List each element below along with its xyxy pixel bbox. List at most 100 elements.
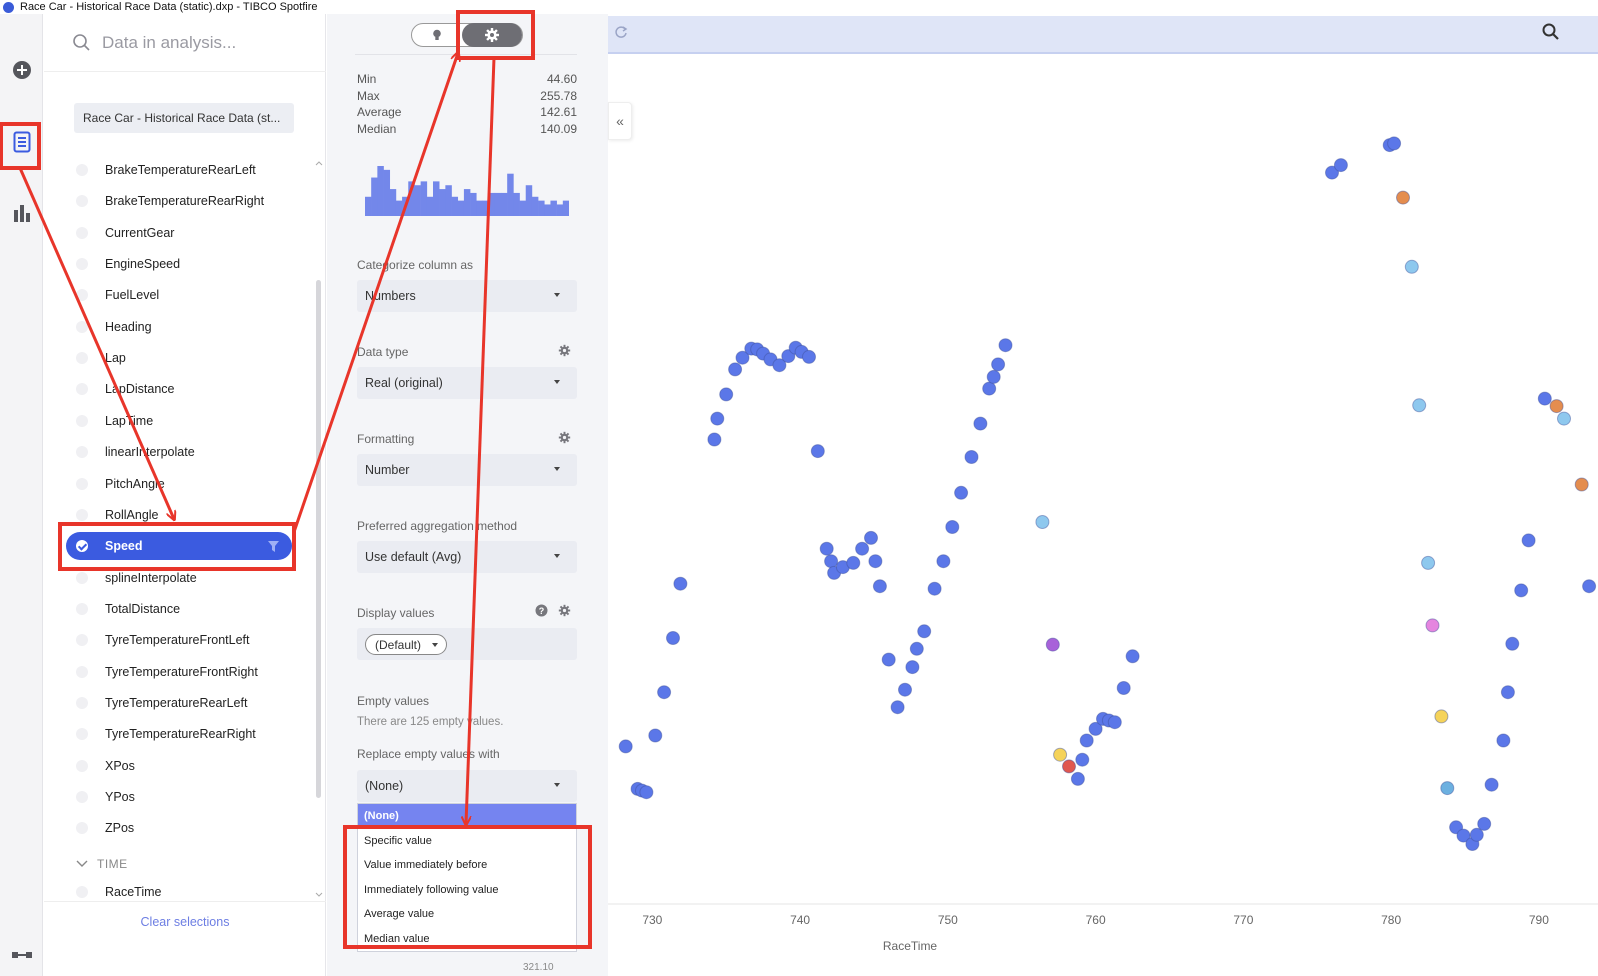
scatter-point[interactable] — [954, 485, 969, 500]
scatter-point[interactable] — [1425, 618, 1440, 633]
time-group-header[interactable]: TIME — [76, 857, 128, 871]
scatter-point[interactable] — [986, 369, 1001, 384]
scatter-point[interactable] — [1549, 399, 1564, 414]
column-item[interactable]: LapDistance — [66, 375, 292, 403]
column-radio[interactable] — [76, 352, 88, 365]
column-radio[interactable] — [76, 258, 88, 271]
scatter-point[interactable] — [868, 554, 883, 569]
scatter-point[interactable] — [1387, 136, 1402, 151]
data-type-gear-icon[interactable] — [558, 344, 571, 357]
scroll-down-icon[interactable] — [315, 892, 323, 898]
bookmark-button[interactable] — [0, 940, 43, 970]
scroll-up-icon[interactable] — [315, 160, 323, 166]
column-radio[interactable] — [76, 414, 88, 427]
scatter-point[interactable] — [802, 349, 816, 364]
clear-selections-link[interactable]: Clear selections — [44, 901, 326, 941]
scatter-point[interactable] — [819, 541, 834, 556]
column-item[interactable]: TotalDistance — [66, 595, 292, 623]
column-radio[interactable] — [76, 665, 88, 678]
column-item[interactable]: XPos — [66, 752, 292, 780]
column-radio[interactable] — [76, 634, 88, 647]
column-list-scrollbar[interactable] — [316, 280, 321, 798]
data-source-selector[interactable]: Race Car - Historical Race Data (st... — [74, 103, 294, 133]
column-radio[interactable] — [76, 728, 88, 741]
scatter-point[interactable] — [909, 641, 924, 656]
scatter-point[interactable] — [890, 700, 905, 715]
scatter-point[interactable] — [1496, 733, 1511, 748]
scatter-point[interactable] — [973, 416, 988, 431]
scatter-point[interactable] — [1574, 477, 1589, 492]
scatter-point[interactable] — [1062, 759, 1076, 774]
column-radio[interactable] — [76, 602, 88, 615]
column-radio[interactable] — [76, 886, 88, 898]
formatting-dropdown[interactable]: Number — [357, 454, 577, 486]
scatter-point[interactable] — [1045, 637, 1060, 652]
replace-option[interactable]: Specific value — [358, 829, 576, 854]
column-item[interactable]: Lap — [66, 344, 292, 372]
display-values-gear-icon[interactable] — [558, 604, 571, 617]
scatter-point[interactable] — [1070, 771, 1085, 786]
scatter-point[interactable] — [1537, 391, 1552, 406]
replace-option[interactable]: (None) — [358, 804, 576, 829]
scatter-point[interactable] — [1053, 747, 1068, 762]
column-item[interactable]: TyreTemperatureFrontLeft — [66, 626, 292, 654]
column-item[interactable]: TyreTemperatureRearLeft — [66, 689, 292, 717]
scatter-point[interactable] — [1333, 158, 1348, 173]
column-item[interactable]: YPos — [66, 783, 292, 811]
scatter-point[interactable] — [936, 554, 951, 569]
scatter-point[interactable] — [710, 411, 725, 426]
replace-empty-dropdown[interactable]: (None) — [357, 770, 577, 802]
formatting-gear-icon[interactable] — [558, 431, 571, 444]
scatter-point[interactable] — [824, 554, 839, 569]
scatter-point[interactable] — [991, 357, 1006, 372]
column-radio[interactable] — [76, 696, 88, 709]
scatter-point[interactable] — [905, 660, 920, 675]
scatter-point[interactable] — [707, 432, 722, 447]
column-item[interactable]: LapTime — [66, 407, 292, 435]
column-radio[interactable] — [76, 571, 88, 584]
scatter-point[interactable] — [846, 555, 861, 570]
settings-toggle[interactable] — [462, 23, 522, 47]
column-item[interactable]: TyreTemperatureFrontRight — [66, 658, 292, 686]
scatter-point[interactable] — [898, 682, 912, 697]
column-radio[interactable] — [76, 289, 88, 302]
column-item[interactable]: Speed — [66, 532, 292, 561]
scatter-point[interactable] — [881, 652, 896, 667]
scatter-point[interactable] — [1125, 649, 1140, 664]
column-item[interactable]: linearInterpolate — [66, 438, 292, 466]
scatter-point[interactable] — [673, 576, 688, 591]
column-radio[interactable] — [76, 446, 88, 459]
scatter-point[interactable] — [927, 581, 942, 596]
scatter-point[interactable] — [1035, 515, 1050, 529]
scatter-point[interactable] — [1396, 190, 1410, 205]
column-item[interactable]: EngineSpeed — [66, 250, 292, 278]
scatter-point[interactable] — [1421, 555, 1436, 570]
column-item[interactable]: PitchAngle — [66, 470, 292, 498]
filter-icon[interactable] — [267, 540, 280, 553]
scatter-point[interactable] — [1477, 816, 1492, 831]
replace-option[interactable]: Immediately following value — [358, 878, 576, 903]
scatter-point[interactable] — [1521, 533, 1536, 548]
scatter-point[interactable] — [855, 541, 870, 556]
data-panel-button[interactable] — [0, 127, 43, 157]
scatter-point[interactable] — [618, 739, 633, 754]
column-radio[interactable] — [76, 759, 88, 772]
scatter-point[interactable] — [1582, 579, 1597, 594]
scatter-point[interactable] — [1434, 709, 1449, 724]
scatter-point[interactable] — [1484, 777, 1499, 792]
scatter-plot[interactable]: 730 740 750 760 770 780 790 RaceTime — [608, 14, 1598, 976]
column-radio[interactable] — [76, 477, 88, 490]
panel-mode-toggle[interactable] — [411, 23, 523, 47]
scatter-point[interactable] — [1116, 681, 1131, 695]
column-radio[interactable] — [76, 195, 88, 208]
scatter-point[interactable] — [998, 338, 1013, 353]
column-radio[interactable] — [76, 508, 88, 521]
column-item[interactable]: TyreTemperatureRearRight — [66, 720, 292, 748]
column-radio[interactable] — [76, 822, 88, 835]
scatter-point[interactable] — [1075, 752, 1090, 767]
column-radio[interactable] — [76, 791, 88, 803]
scatter-point[interactable] — [1412, 398, 1427, 413]
scatter-point[interactable] — [810, 444, 825, 459]
scatter-point[interactable] — [657, 685, 672, 700]
column-radio[interactable] — [76, 226, 88, 239]
